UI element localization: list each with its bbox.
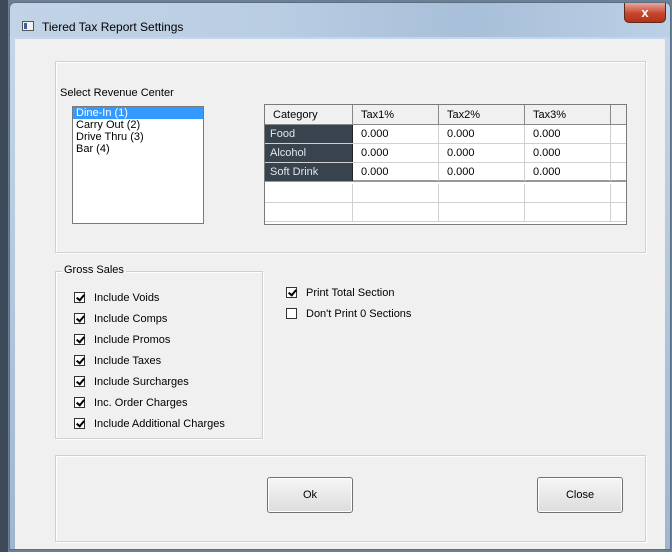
empty-row[interactable]	[265, 203, 626, 222]
checkbox-label: Print Total Section	[306, 287, 395, 299]
checkbox-label: Inc. Order Charges	[94, 397, 188, 409]
window-title: Tiered Tax Report Settings	[42, 20, 184, 34]
checkbox-box[interactable]	[286, 308, 297, 319]
checkbox-label: Include Voids	[94, 292, 160, 304]
tax-grid[interactable]: Category Tax1% Tax2% Tax3% Food 0.000 0.…	[264, 104, 627, 225]
table-row[interactable]: Alcohol 0.000 0.000 0.000	[265, 144, 626, 163]
column-header-category[interactable]: Category	[265, 105, 353, 124]
tax-cell[interactable]: 0.000	[353, 163, 439, 181]
gross-sales-legend: Gross Sales	[62, 264, 126, 276]
column-header-tax2[interactable]: Tax2%	[439, 105, 525, 124]
tax-cell[interactable]: 0.000	[353, 125, 439, 143]
table-row[interactable]: Food 0.000 0.000 0.000	[265, 125, 626, 144]
ok-button[interactable]: Ok	[267, 477, 353, 513]
category-cell[interactable]: Food	[265, 125, 353, 143]
close-window-button[interactable]: x	[624, 3, 666, 23]
empty-cell[interactable]	[353, 184, 439, 202]
category-cell[interactable]: Soft Drink	[265, 163, 353, 181]
empty-cell[interactable]	[353, 203, 439, 221]
checkbox-box[interactable]	[74, 334, 85, 345]
table-row[interactable]: Soft Drink 0.000 0.000 0.000	[265, 163, 626, 182]
checkbox-box[interactable]	[74, 397, 85, 408]
tax-cell[interactable]: 0.000	[439, 125, 525, 143]
revenue-center-listbox[interactable]: Dine-In (1) Carry Out (2) Drive Thru (3)…	[72, 106, 204, 224]
checkbox-label: Include Comps	[94, 313, 168, 325]
checkbox-box[interactable]	[74, 355, 85, 366]
checkbox-label: Include Promos	[94, 334, 171, 346]
checkbox-box[interactable]	[74, 313, 85, 324]
app-icon	[22, 21, 34, 31]
list-item-dine-in[interactable]: Dine-In (1)	[73, 107, 203, 119]
empty-cell[interactable]	[439, 184, 525, 202]
tax-cell[interactable]: 0.000	[439, 163, 525, 181]
checkbox-label: Include Additional Charges	[94, 418, 225, 430]
tax-cell[interactable]: 0.000	[525, 144, 611, 162]
column-header-tax3[interactable]: Tax3%	[525, 105, 611, 124]
checkbox-box[interactable]	[286, 287, 297, 298]
checkbox-box[interactable]	[74, 292, 85, 303]
checkbox-box[interactable]	[74, 418, 85, 429]
checkbox-label: Include Surcharges	[94, 376, 189, 388]
desktop-background	[0, 0, 8, 552]
checkbox-label: Don't Print 0 Sections	[306, 308, 412, 320]
close-button[interactable]: Close	[537, 477, 623, 513]
checkbox-box[interactable]	[74, 376, 85, 387]
empty-cell[interactable]	[525, 203, 611, 221]
empty-cell[interactable]	[265, 203, 353, 221]
empty-row[interactable]	[265, 184, 626, 203]
empty-cell[interactable]	[265, 184, 353, 202]
tax-grid-header: Category Tax1% Tax2% Tax3%	[265, 105, 626, 125]
category-cell[interactable]: Alcohol	[265, 144, 353, 162]
column-header-tax1[interactable]: Tax1%	[353, 105, 439, 124]
empty-cell[interactable]	[525, 184, 611, 202]
revenue-center-label: Select Revenue Center	[60, 87, 174, 99]
title-bar[interactable]: Tiered Tax Report Settings x	[10, 3, 670, 37]
checkbox-label: Include Taxes	[94, 355, 162, 367]
tax-cell[interactable]: 0.000	[525, 163, 611, 181]
empty-cell[interactable]	[439, 203, 525, 221]
tax-cell[interactable]: 0.000	[525, 125, 611, 143]
list-item-carry-out[interactable]: Carry Out (2)	[73, 119, 203, 131]
list-item-bar[interactable]: Bar (4)	[73, 143, 203, 155]
tax-cell[interactable]: 0.000	[439, 144, 525, 162]
tax-cell[interactable]: 0.000	[353, 144, 439, 162]
list-item-drive-thru[interactable]: Drive Thru (3)	[73, 131, 203, 143]
